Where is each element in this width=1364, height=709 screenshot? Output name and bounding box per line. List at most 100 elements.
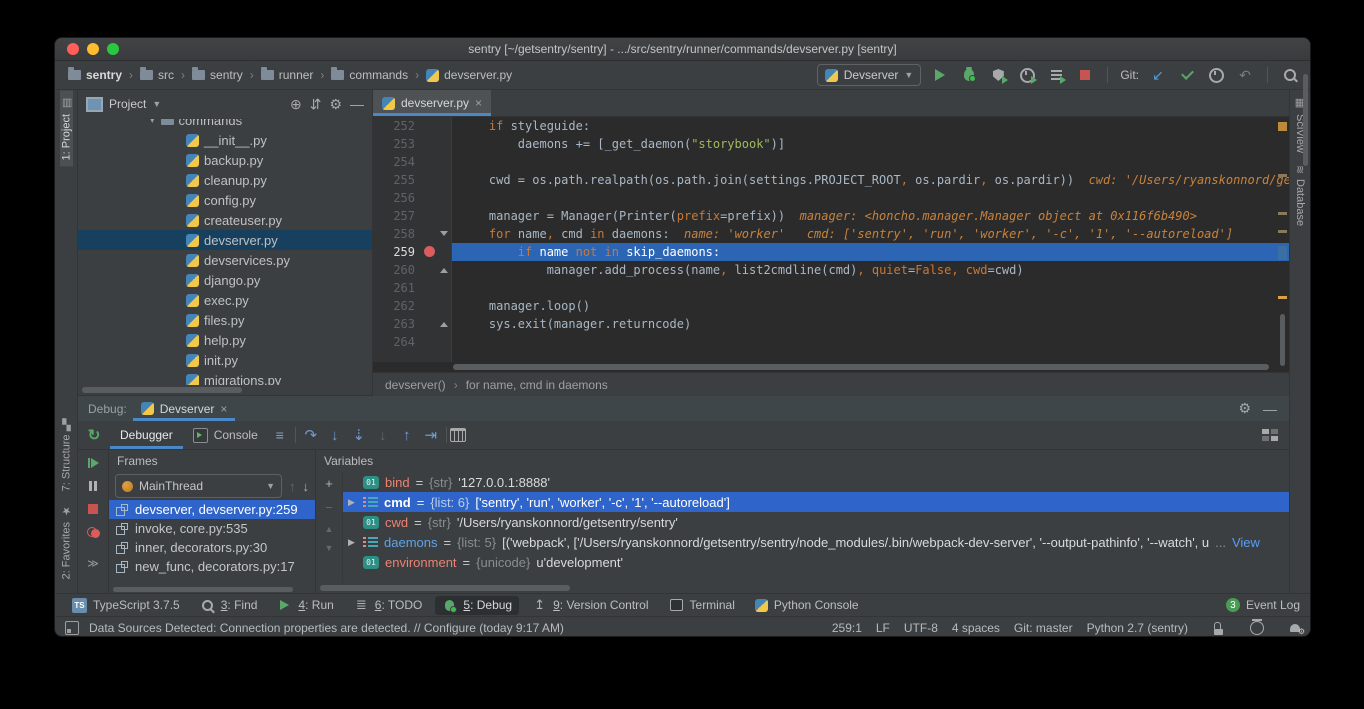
scrollbar-thumb[interactable] [320,585,570,591]
editor-vertical-scrollbar[interactable] [1280,314,1285,366]
step-into-button[interactable]: ↓ [323,427,347,444]
add-watch-button[interactable]: + [325,476,333,491]
git-commit-button[interactable] [1177,65,1197,85]
variables-horizontal-scrollbar[interactable] [316,583,1289,593]
breadcrumb-item-commands[interactable]: commands [328,68,411,82]
run-with-concurrency-button[interactable] [1046,65,1066,85]
stripe-button-structure[interactable]: 7: Structure ▚ [60,415,73,497]
fold-marker[interactable] [440,322,448,327]
minimize-window-button[interactable] [87,43,99,55]
next-frame-button[interactable]: ↓ [303,479,310,494]
code-line-255[interactable]: 255 cwd = os.path.realpath(os.path.join(… [373,171,1289,189]
toolwindow-button-typescript-3-7-5[interactable]: TSTypeScript 3.7.5 [65,596,187,615]
stripe-button-project[interactable]: 1: Project ▤ [60,90,73,166]
editor-horizontal-scrollbar[interactable] [373,362,1289,372]
stripe-button-favorites[interactable]: 2: Favorites ★ [60,498,73,585]
variable-bind[interactable]: 01bind= {str} '127.0.0.1:8888' [343,472,1289,492]
layout-menu-icon[interactable]: ≡ [268,427,292,443]
frames-horizontal-scrollbar[interactable] [109,585,315,593]
more-actions-button[interactable]: ≫ [87,557,99,570]
stripe-mark[interactable] [1278,296,1287,299]
close-icon[interactable]: × [475,96,482,110]
breadcrumb-method[interactable]: devserver() [385,378,446,392]
variable-cwd[interactable]: 01cwd= {str} '/Users/ryanskonnord/getsen… [343,512,1289,532]
hide-panel-button[interactable]: — [350,96,364,112]
code-editor[interactable]: 252 if styleguide:253 daemons += [_get_d… [373,117,1289,362]
collapse-all-button[interactable]: ⇵ [310,96,322,113]
code-line-257[interactable]: 257 manager = Manager(Printer(prefix=pre… [373,207,1289,225]
tree-item-help-py[interactable]: help.py [78,330,372,350]
breadcrumb-item-src[interactable]: src [137,68,177,82]
fold-marker[interactable] [440,231,448,236]
tree-item-config-py[interactable]: config.py [78,190,372,210]
breadcrumb-item-devserver-py[interactable]: devserver.py [423,68,515,82]
code-line-256[interactable]: 256 [373,189,1289,207]
code-line-261[interactable]: 261 [373,279,1289,297]
code-line-259[interactable]: 259 if name not in skip_daemons: [373,243,1289,261]
status-segment-git-master[interactable]: Git: master [1014,621,1073,635]
profile-button[interactable] [1017,65,1037,85]
scrollbar-thumb[interactable] [82,387,242,393]
stripe-mark[interactable] [1278,230,1287,233]
toolwindow-button-todo[interactable]: ≣6: TODO [347,596,430,615]
frame-invoke-core-py-535[interactable]: invoke, core.py:535 [109,519,315,538]
tree-item-devserver-py[interactable]: devserver.py [78,230,372,250]
run-with-coverage-button[interactable] [988,65,1008,85]
evaluate-expression-button[interactable] [450,428,466,442]
fold-marker[interactable] [440,268,448,273]
pause-button[interactable] [89,481,97,491]
maximize-window-button[interactable] [107,43,119,55]
frame-devserver-devserver-py-259[interactable]: devserver, devserver.py:259 [109,500,315,519]
hide-panel-button[interactable]: — [1263,401,1277,417]
toolwindow-button-terminal[interactable]: Terminal [662,596,742,615]
stripe-mark-current-line[interactable] [1278,246,1287,260]
tree-item-commands[interactable]: ▾commands [78,119,372,130]
status-message[interactable]: Data Sources Detected: Connection proper… [89,621,564,635]
tab-debugger[interactable]: Debugger [110,421,183,449]
code-line-253[interactable]: 253 daemons += [_get_daemon("storybook")… [373,135,1289,153]
step-into-my-code-button[interactable]: ⇣ [347,426,371,444]
status-segment-lf[interactable]: LF [876,621,890,635]
code-line-260[interactable]: 260 manager.add_process(name, list2cmdli… [373,261,1289,279]
status-segment-utf-8[interactable]: UTF-8 [904,621,938,635]
project-vertical-scrollbar[interactable] [1303,74,1308,166]
tree-item-django-py[interactable]: django.py [78,270,372,290]
scrollbar-thumb[interactable] [113,587,293,592]
view-link[interactable]: View [1232,535,1260,550]
stop-button[interactable] [1075,65,1095,85]
notifications-icon[interactable] [1290,624,1300,632]
git-history-button[interactable] [1206,65,1226,85]
event-log-button[interactable]: 3Event Log [1226,598,1300,612]
breadcrumb-item-sentry[interactable]: sentry [189,68,246,82]
step-out-button[interactable]: ↑ [395,427,419,444]
stop-button[interactable] [88,504,98,514]
code-line-252[interactable]: 252 if styleguide: [373,117,1289,135]
breadcrumb-statement[interactable]: for name, cmd in daemons [466,378,608,392]
frame-new-func-decorators-py-17[interactable]: new_func, decorators.py:17 [109,557,315,576]
run-button[interactable] [930,65,950,85]
toolwindow-button-run[interactable]: 4: Run [270,596,340,615]
code-line-258[interactable]: 258 for name, cmd in daemons: name: 'wor… [373,225,1289,243]
status-segment-259-1[interactable]: 259:1 [832,621,862,635]
variable-environment[interactable]: 01environment= {unicode} u'development' [343,552,1289,572]
force-step-into-button[interactable]: ↓ [371,427,395,444]
view-breakpoints-button[interactable] [87,527,100,538]
tree-item-files-py[interactable]: files.py [78,310,372,330]
close-window-button[interactable] [67,43,79,55]
expand-arrow[interactable]: ▾ [150,119,155,126]
frame-inner-decorators-py-30[interactable]: inner, decorators.py:30 [109,538,315,557]
expand-arrow[interactable]: ▶ [348,537,357,548]
gear-icon[interactable]: ⚙ [1238,400,1251,417]
code-line-263[interactable]: 263 sys.exit(manager.returncode) [373,315,1289,333]
scrollbar-thumb[interactable] [453,364,1269,370]
step-over-button[interactable]: ↷ [299,426,323,444]
gear-icon[interactable]: ⚙ [329,96,342,113]
previous-frame-button[interactable]: ↑ [289,479,296,494]
tree-item-createuser-py[interactable]: createuser.py [78,210,372,230]
expand-arrow[interactable]: ▶ [348,497,357,508]
debug-button[interactable] [959,65,979,85]
tree-item-cleanup-py[interactable]: cleanup.py [78,170,372,190]
tree-item-migrations-py[interactable]: migrations.py [78,370,372,385]
breadcrumb-item-runner[interactable]: runner [258,68,317,82]
toolwindow-toggle-icon[interactable] [65,621,79,635]
